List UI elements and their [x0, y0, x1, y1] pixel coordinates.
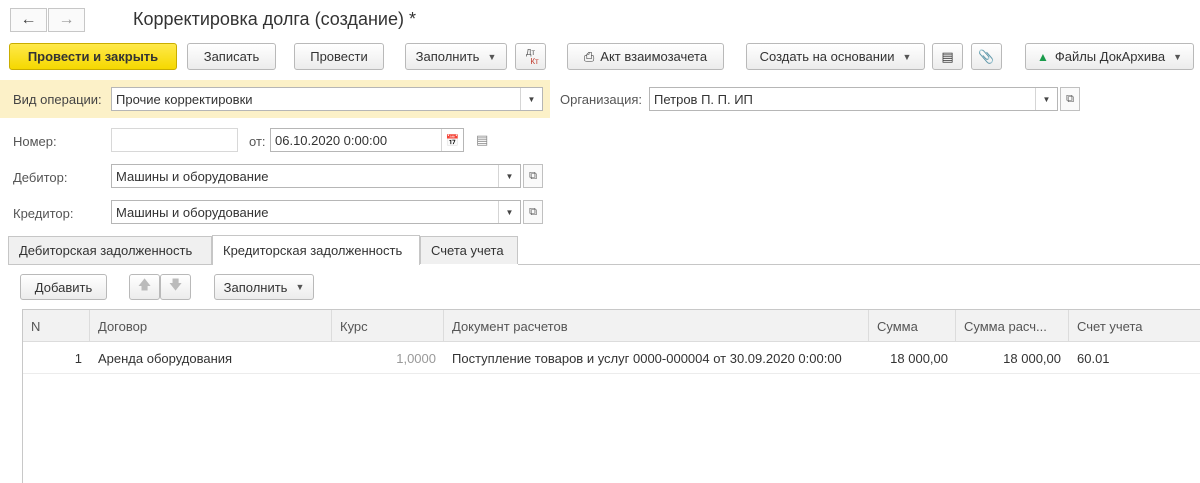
caret-down-icon: ▼	[487, 51, 497, 62]
drive-icon: ▲	[1036, 49, 1049, 64]
save-button[interactable]: Записать	[187, 43, 276, 70]
column-account[interactable]: Счет учета	[1069, 310, 1200, 342]
arrow-right-icon: →	[58, 11, 75, 28]
dropdown-icon[interactable]: ▼	[498, 165, 520, 187]
org-value: Петров П. П. ИП	[654, 91, 753, 107]
move-up-button[interactable]: 🡅	[129, 274, 160, 300]
forward-button[interactable]: →	[48, 8, 85, 32]
arrow-up-icon: 🡅	[137, 277, 152, 292]
operation-value: Прочие корректировки	[116, 91, 253, 107]
org-open-button[interactable]: ⧉	[1060, 87, 1080, 111]
printer-icon: ⎙	[583, 48, 595, 64]
attach-button[interactable]: 📎	[971, 43, 1002, 70]
cell-amount: 18 000,00	[890, 350, 948, 366]
open-icon: ⧉	[529, 205, 537, 218]
caret-down-icon: ▼	[902, 51, 912, 62]
dropdown-icon[interactable]: ▼	[1035, 88, 1057, 110]
column-rate[interactable]: Курс	[332, 310, 444, 342]
creditor-value: Машины и оборудование	[116, 204, 269, 220]
date-value: 06.10.2020 0:00:00	[275, 132, 388, 148]
calendar-icon[interactable]: 📅	[441, 129, 463, 151]
cell-account: 60.01	[1077, 350, 1110, 366]
caret-down-icon: ▼	[1173, 51, 1183, 62]
open-icon: ⧉	[529, 169, 537, 182]
column-document[interactable]: Документ расчетов	[444, 310, 869, 342]
tab-receivables[interactable]: Дебиторская задолженность	[8, 236, 212, 264]
dropdown-icon[interactable]: ▼	[520, 88, 542, 110]
column-amount[interactable]: Сумма	[869, 310, 956, 342]
column-n[interactable]: N	[23, 310, 90, 342]
column-contract[interactable]: Договор	[90, 310, 332, 342]
table-fill-label: Заполнить	[223, 279, 288, 295]
act-button[interactable]: ⎙ Акт взаимозачета	[567, 43, 724, 70]
arrow-left-icon: ←	[20, 11, 37, 28]
structure-icon: ▤	[941, 48, 954, 64]
open-icon: ⧉	[1066, 92, 1074, 105]
caret-down-icon: ▼	[295, 282, 305, 292]
create-based-label: Создать на основании	[759, 49, 895, 64]
post-button[interactable]: Провести	[294, 43, 384, 70]
fill-button-label: Заполнить	[415, 49, 480, 64]
act-button-label: Акт взаимозачета	[600, 49, 708, 64]
debt-table: N Договор Курс Документ расчетов Сумма С…	[22, 309, 1200, 483]
debtor-label: Дебитор:	[13, 170, 68, 185]
operation-label: Вид операции:	[13, 92, 102, 107]
creditor-field[interactable]: Машины и оборудование ▼	[111, 200, 521, 224]
post-and-close-button[interactable]: Провести и закрыть	[9, 43, 177, 70]
dropdown-icon[interactable]: ▼	[498, 201, 520, 223]
org-label: Организация:	[560, 92, 643, 107]
row-divider	[23, 373, 1200, 374]
creditor-open-button[interactable]: ⧉	[523, 200, 543, 224]
move-down-button[interactable]: 🡇	[160, 274, 191, 300]
dt-kt-button[interactable]: Дт Кт	[515, 43, 546, 70]
column-settlement-amount[interactable]: Сумма расч...	[956, 310, 1069, 342]
cell-n: 1	[74, 350, 82, 366]
kt-label: Кт	[530, 56, 539, 66]
table-header: N Договор Курс Документ расчетов Сумма С…	[23, 310, 1200, 342]
tab-accounts[interactable]: Счета учета	[420, 236, 518, 264]
debtor-field[interactable]: Машины и оборудование ▼	[111, 164, 521, 188]
date-field[interactable]: 06.10.2020 0:00:00 📅	[270, 128, 464, 152]
cell-settlement-amount: 18 000,00	[1003, 350, 1061, 366]
create-based-button[interactable]: Создать на основании ▼	[746, 43, 925, 70]
page-title: Корректировка долга (создание) *	[133, 9, 416, 29]
cell-document: Поступление товаров и услуг 0000-000004 …	[452, 350, 842, 366]
org-field[interactable]: Петров П. П. ИП ▼	[649, 87, 1058, 111]
table-fill-button[interactable]: Заполнить ▼	[214, 274, 314, 300]
comment-icon[interactable]: ▤	[476, 132, 488, 148]
tab-payables[interactable]: Кредиторская задолженность	[212, 235, 420, 265]
creditor-label: Кредитор:	[13, 206, 74, 221]
debtor-value: Машины и оборудование	[116, 168, 269, 184]
structure-button[interactable]: ▤	[932, 43, 963, 70]
dt-label: Дт	[525, 47, 536, 57]
back-button[interactable]: ←	[10, 8, 47, 32]
number-field[interactable]	[111, 128, 238, 152]
add-row-button[interactable]: Добавить	[20, 274, 107, 300]
number-label: Номер:	[13, 134, 57, 149]
fill-button[interactable]: Заполнить ▼	[405, 43, 507, 70]
files-button-label: Файлы ДокАрхива	[1054, 49, 1166, 64]
debtor-open-button[interactable]: ⧉	[523, 164, 543, 188]
cell-rate: 1,0000	[396, 350, 436, 366]
tab-divider	[518, 264, 1200, 265]
arrow-down-icon: 🡇	[168, 277, 183, 292]
cell-contract: Аренда оборудования	[98, 350, 233, 366]
tab-divider	[8, 264, 212, 265]
date-label: от:	[249, 134, 266, 149]
operation-field[interactable]: Прочие корректировки ▼	[111, 87, 543, 111]
paperclip-icon: 📎	[978, 48, 995, 64]
files-button[interactable]: ▲ Файлы ДокАрхива ▼	[1025, 43, 1194, 70]
